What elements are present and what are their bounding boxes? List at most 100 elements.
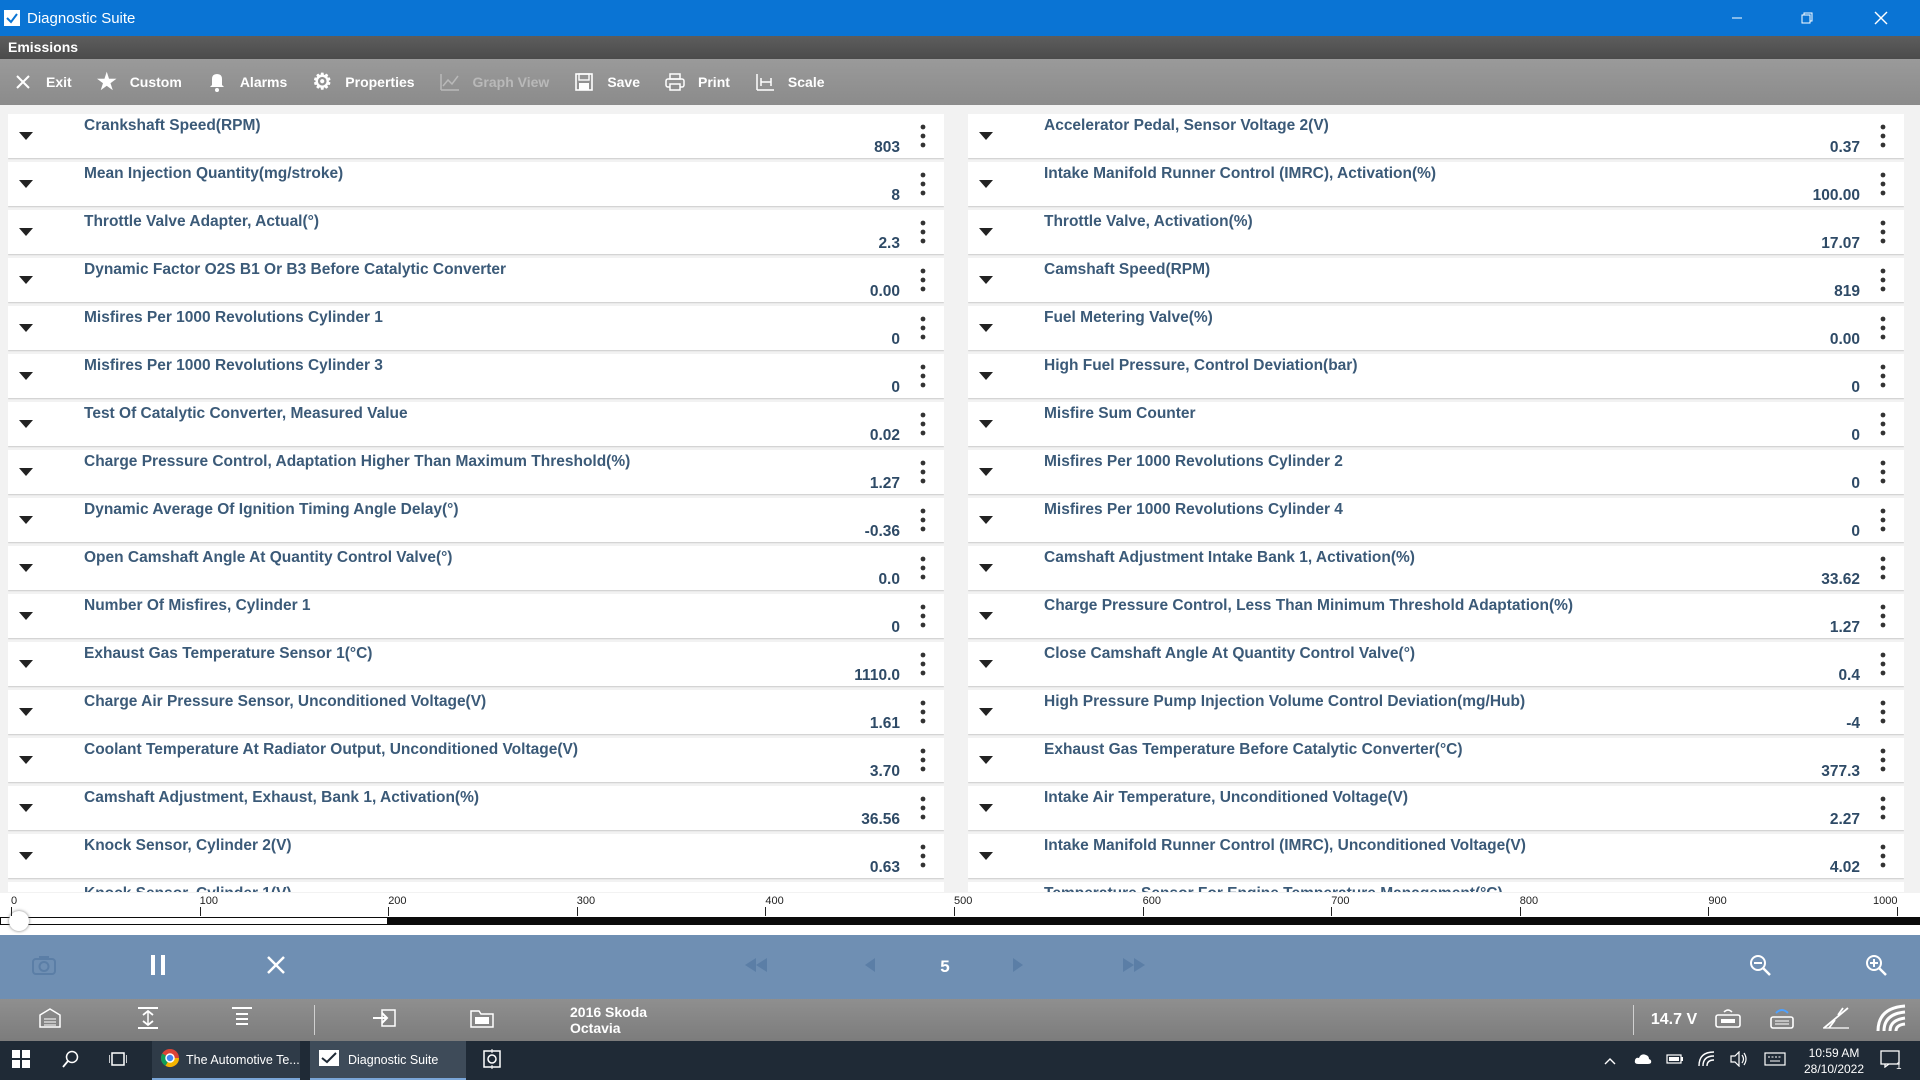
more-options-icon[interactable] [1880,508,1886,532]
more-options-icon[interactable] [920,172,926,196]
chevron-down-icon[interactable] [18,512,34,528]
more-options-icon[interactable] [1880,748,1886,772]
chevron-down-icon[interactable] [978,224,994,240]
more-options-icon[interactable] [1880,460,1886,484]
more-options-icon[interactable] [1880,796,1886,820]
taskbar-diagnostic-suite[interactable]: Diagnostic Suite [310,1041,466,1080]
chevron-down-icon[interactable] [978,272,994,288]
parameter-row[interactable]: Fuel Metering Valve(%) 0.00 [968,306,1904,350]
more-options-icon[interactable] [920,508,926,532]
chevron-down-icon[interactable] [978,704,994,720]
save-button[interactable]: Save [561,59,652,105]
parameter-row[interactable]: Camshaft Adjustment Intake Bank 1, Activ… [968,546,1904,590]
more-options-icon[interactable] [920,268,926,292]
more-options-icon[interactable] [1880,700,1886,724]
more-options-icon[interactable] [920,748,926,772]
more-options-icon[interactable] [920,460,926,484]
parameter-row[interactable]: Accelerator Pedal, Sensor Voltage 2(V) 0.… [968,114,1904,158]
parameter-row[interactable]: Misfires Per 1000 Revolutions Cylinder 2… [968,450,1904,494]
close-window-button[interactable] [1858,0,1904,36]
parameter-row[interactable]: Test Of Catalytic Converter, Measured Va… [8,402,944,446]
import-button[interactable] [368,999,400,1041]
search-button[interactable] [62,1041,84,1080]
parameter-row[interactable]: Close Camshaft Angle At Quantity Control… [968,642,1904,686]
more-options-icon[interactable] [1880,268,1886,292]
notification-center-button[interactable]: 1 [1880,1041,1908,1080]
properties-button[interactable]: ⚙ Properties [299,59,426,105]
parameter-row[interactable]: Camshaft Adjustment, Exhaust, Bank 1, Ac… [8,786,944,830]
parameter-row[interactable]: Crankshaft Speed(RPM) 803 [8,114,944,158]
collapse-all-button[interactable] [226,999,258,1041]
next-page-button[interactable] [1006,935,1030,999]
chevron-down-icon[interactable] [978,560,994,576]
start-button[interactable] [12,1041,34,1080]
show-hidden-icons-button[interactable] [1604,1041,1622,1080]
more-options-icon[interactable] [920,220,926,244]
chevron-down-icon[interactable] [978,752,994,768]
chevron-down-icon[interactable] [18,800,34,816]
parameter-row[interactable]: Charge Pressure Control, Adaptation High… [8,450,944,494]
files-button[interactable] [466,999,498,1041]
taskbar-chrome[interactable]: The Automotive Te... [152,1041,300,1080]
expand-all-button[interactable] [132,999,164,1041]
chevron-down-icon[interactable] [978,128,994,144]
chevron-down-icon[interactable] [18,176,34,192]
parameter-row[interactable]: Throttle Valve, Activation(%) 17.07 [968,210,1904,254]
parameter-row[interactable]: Charge Pressure Control, Less Than Minim… [968,594,1904,638]
chevron-down-icon[interactable] [978,416,994,432]
keyboard-tray[interactable] [1764,1041,1788,1080]
pause-button[interactable] [142,935,174,999]
more-options-icon[interactable] [920,604,926,628]
chevron-down-icon[interactable] [18,560,34,576]
chevron-down-icon[interactable] [18,368,34,384]
parameter-row[interactable]: Throttle Valve Adapter, Actual(°) 2.3 [8,210,944,254]
parameter-row[interactable]: Number Of Misfires, Cylinder 1 0 [8,594,944,638]
chevron-down-icon[interactable] [978,464,994,480]
graph-view-button[interactable]: Graph View [427,59,562,105]
scale-button[interactable]: Scale [742,59,837,105]
parameter-row[interactable]: Misfires Per 1000 Revolutions Cylinder 1… [8,306,944,350]
stop-button[interactable] [260,935,292,999]
chevron-down-icon[interactable] [978,848,994,864]
task-view-button[interactable] [108,1041,131,1080]
chevron-down-icon[interactable] [18,656,34,672]
parameter-row[interactable]: Exhaust Gas Temperature Sensor 1(°C) 1110… [8,642,944,686]
more-options-icon[interactable] [1880,556,1886,580]
last-page-button[interactable] [1118,935,1150,999]
chevron-down-icon[interactable] [978,512,994,528]
chevron-down-icon[interactable] [978,800,994,816]
first-page-button[interactable] [740,935,772,999]
parameter-row[interactable]: Misfires Per 1000 Revolutions Cylinder 3… [8,354,944,398]
home-button[interactable] [34,999,66,1041]
more-options-icon[interactable] [920,316,926,340]
more-options-icon[interactable] [920,556,926,580]
minimize-button[interactable] [1714,0,1760,36]
more-options-icon[interactable] [1880,412,1886,436]
exit-button[interactable]: Exit [0,59,84,105]
parameter-row[interactable]: Intake Manifold Runner Control (IMRC), U… [968,834,1904,878]
chevron-down-icon[interactable] [978,368,994,384]
parameter-row[interactable]: Knock Sensor, Cylinder 1(V) [8,882,944,892]
parameter-row[interactable]: Knock Sensor, Cylinder 2(V) 0.63 [8,834,944,878]
more-options-icon[interactable] [920,700,926,724]
parameter-row[interactable]: High Fuel Pressure, Control Deviation(ba… [968,354,1904,398]
chevron-down-icon[interactable] [18,608,34,624]
chevron-down-icon[interactable] [18,416,34,432]
taskbar-clock[interactable]: 10:59 AM 28/10/2022 [1796,1041,1872,1080]
parameter-row[interactable]: Camshaft Speed(RPM) 819 [968,258,1904,302]
more-options-icon[interactable] [1880,844,1886,868]
parameter-row[interactable]: Misfire Sum Counter 0 [968,402,1904,446]
more-options-icon[interactable] [920,364,926,388]
parameter-row[interactable]: Dynamic Factor O2S B1 Or B3 Before Catal… [8,258,944,302]
more-options-icon[interactable] [1880,220,1886,244]
chevron-down-icon[interactable] [18,272,34,288]
more-options-icon[interactable] [920,412,926,436]
chevron-down-icon[interactable] [18,224,34,240]
chevron-down-icon[interactable] [18,848,34,864]
more-options-icon[interactable] [920,844,926,868]
parameter-row[interactable]: Dynamic Average Of Ignition Timing Angle… [8,498,944,542]
more-options-icon[interactable] [920,796,926,820]
parameter-row[interactable]: Coolant Temperature At Radiator Output, … [8,738,944,782]
parameter-row[interactable]: Mean Injection Quantity(mg/stroke) 8 [8,162,944,206]
chevron-down-icon[interactable] [978,656,994,672]
